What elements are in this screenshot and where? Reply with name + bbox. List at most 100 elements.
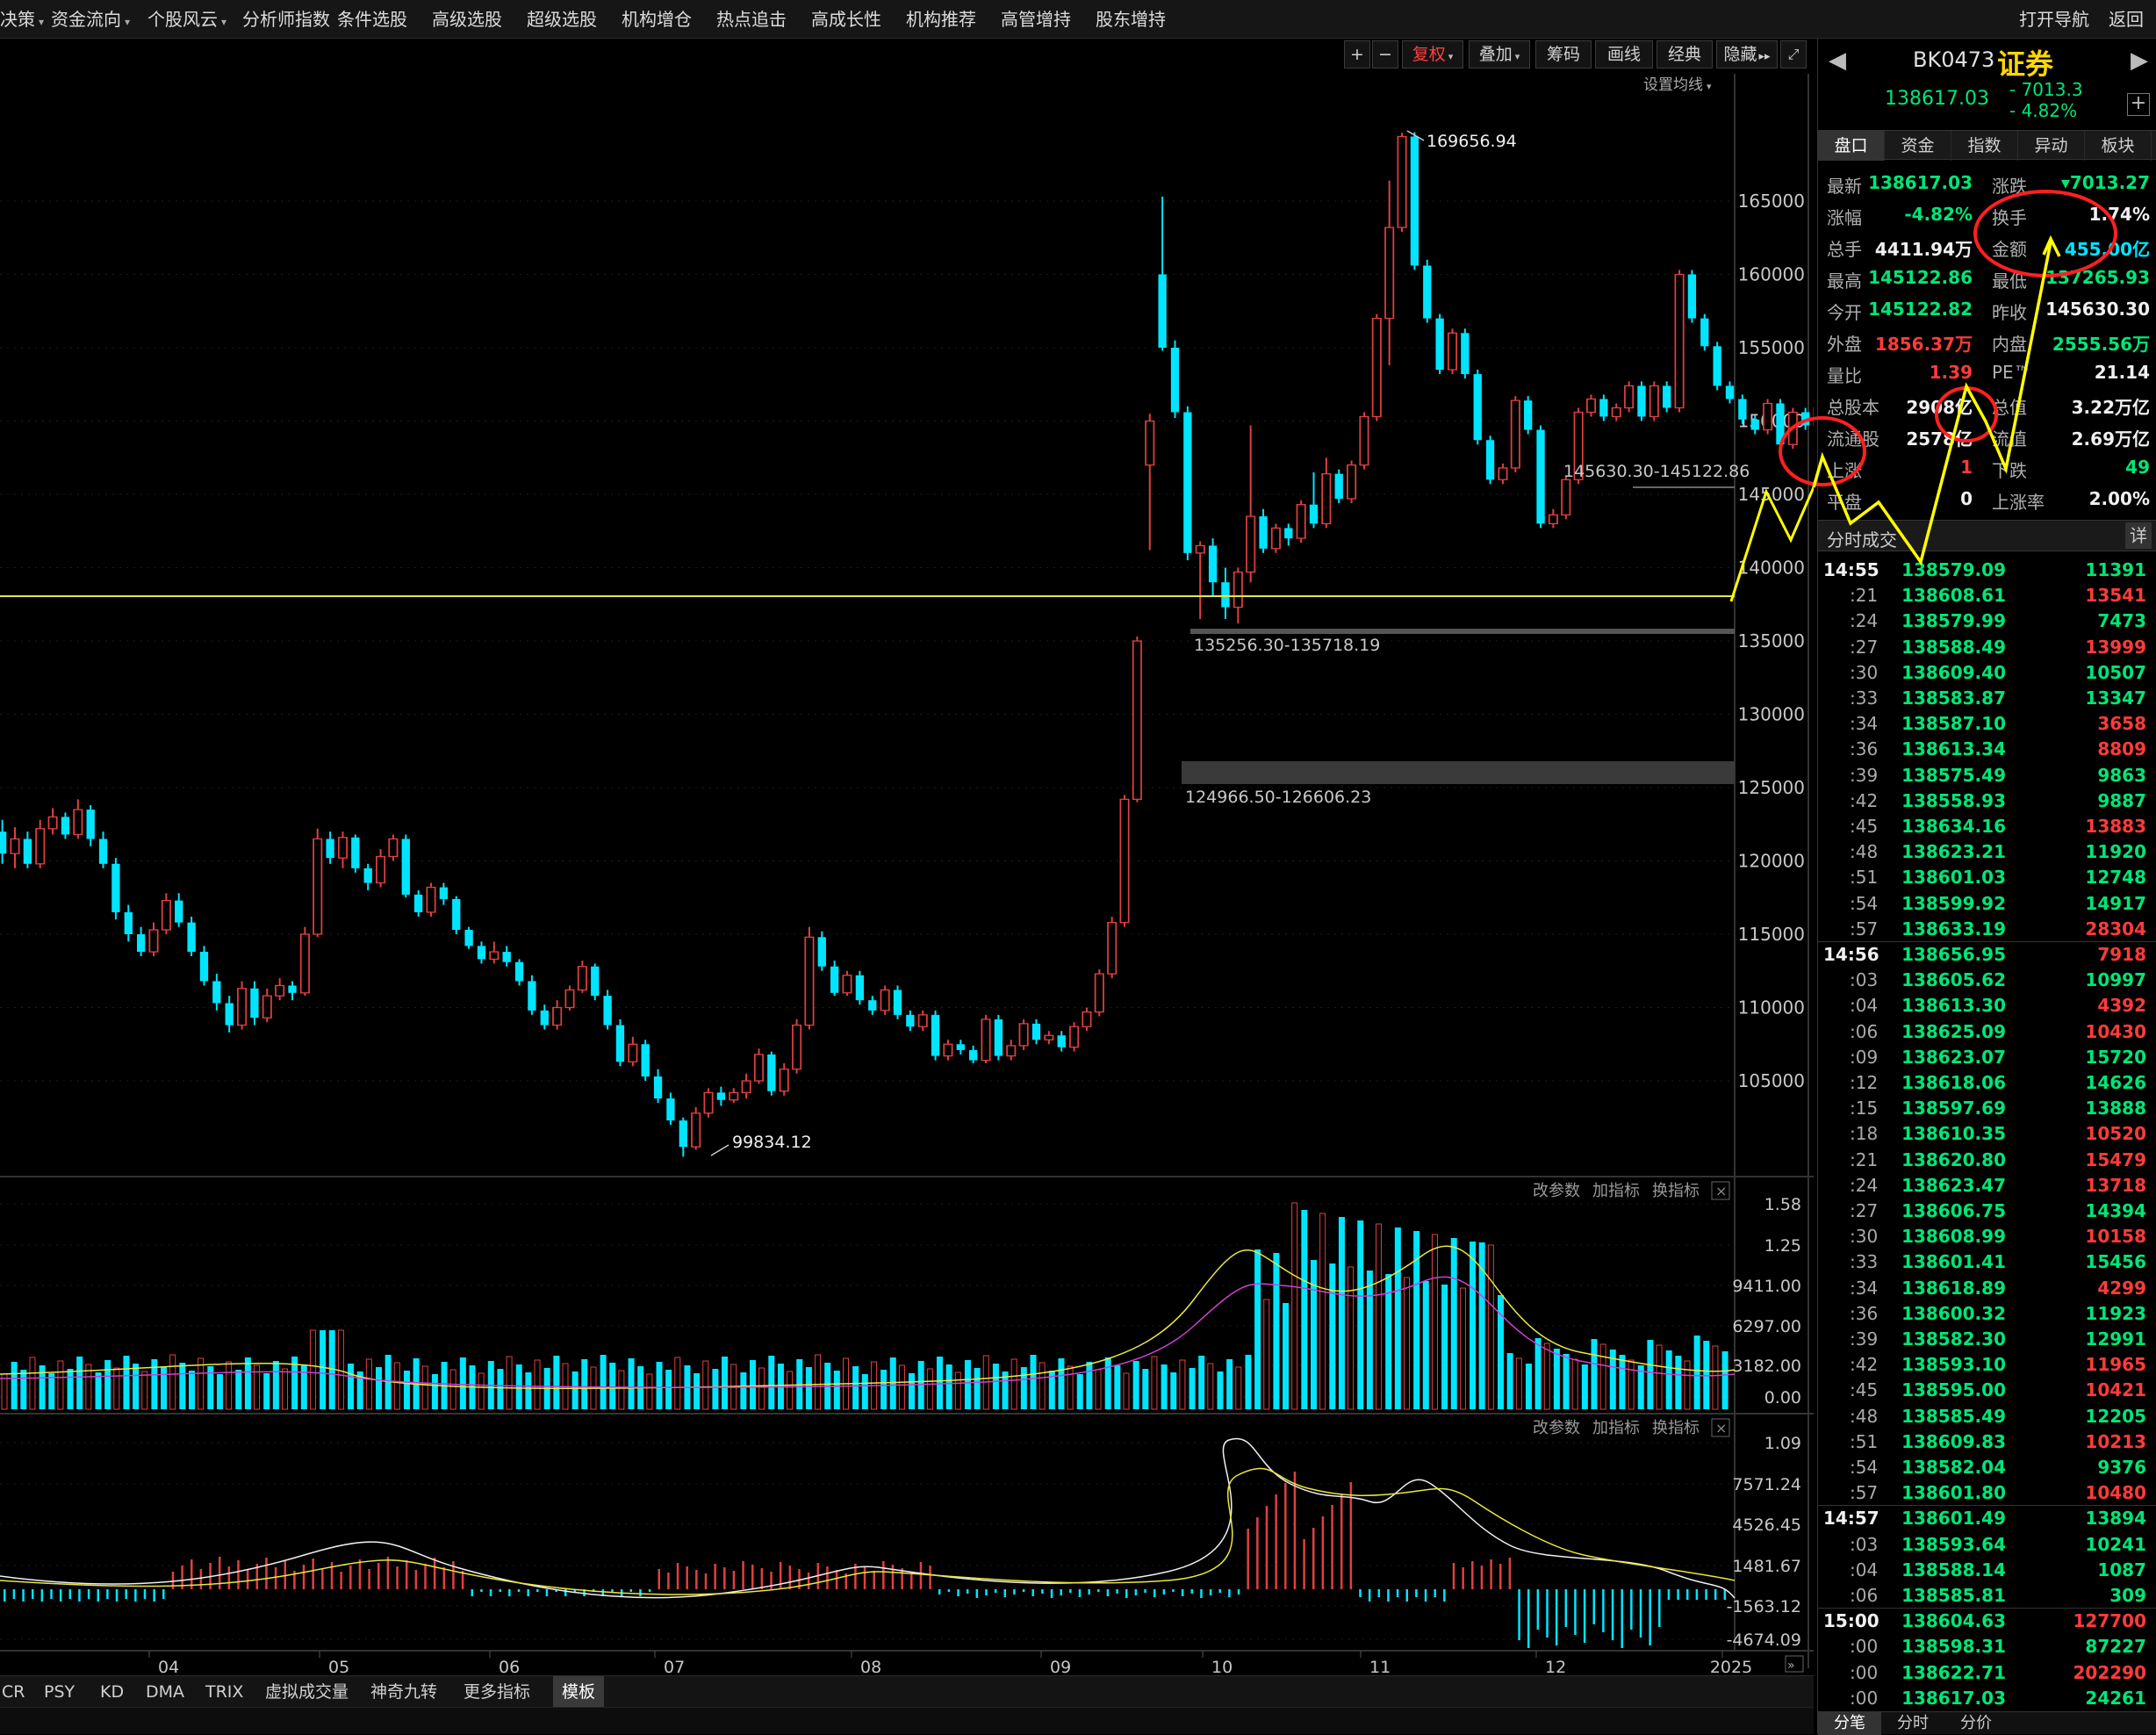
x-axis-label: 07 <box>664 1658 685 1677</box>
volume-bar <box>609 1363 616 1409</box>
add-watchlist-icon[interactable]: + <box>2127 93 2150 116</box>
tick-row: :42 138558.93 9887 <box>1818 788 2156 813</box>
volume-bar <box>67 1369 74 1409</box>
candle-body <box>880 989 890 1011</box>
candle-body <box>136 934 146 953</box>
indicator-tab-8[interactable]: 模板 <box>553 1676 605 1708</box>
fuquan-button[interactable]: 复权 ▾ <box>1402 40 1463 68</box>
next-security-icon[interactable]: ▶ <box>2131 47 2148 74</box>
x-axis-label: 12 <box>1545 1658 1566 1677</box>
candle-body <box>1700 318 1709 347</box>
indicator-tab-5[interactable]: 虚拟成交量 <box>265 1676 349 1708</box>
sidebar-bottom-tab-2[interactable]: 分价 <box>1944 1712 2008 1735</box>
menu-item-7[interactable]: 机构增仓 <box>622 0 692 39</box>
volume-bar <box>1525 1364 1532 1409</box>
prev-security-icon[interactable]: ◀ <box>1829 47 1846 74</box>
classic-button[interactable]: 经典 <box>1657 40 1713 68</box>
tick-row: :57 138633.19 28304 <box>1818 916 2156 942</box>
macd-histogram-bar <box>274 1567 277 1589</box>
menu-item-5[interactable]: 高级选股 <box>432 0 502 39</box>
ma-setting-button[interactable]: 设置均线 ▾ <box>1643 72 1712 94</box>
ticks-detail-button[interactable]: 详 <box>2125 522 2152 549</box>
tick-price: 138582.04 <box>1901 1457 2006 1478</box>
candle-body <box>23 839 32 864</box>
indicator-tab-0[interactable]: CR <box>2 1676 25 1708</box>
indicator-tab-6[interactable]: 神奇九转 <box>370 1676 437 1708</box>
menu-item-10[interactable]: 机构推荐 <box>906 0 976 39</box>
sidebar-tab-1[interactable]: 资金 <box>1885 131 1951 161</box>
open-nav-button[interactable]: 打开导航 <box>2019 0 2089 39</box>
sidebar-tab-3[interactable]: 异动 <box>2018 131 2085 161</box>
overlay-button[interactable]: 叠加 ▾ <box>1469 40 1530 68</box>
macd-swap-button[interactable]: 换指标 <box>1652 1419 1700 1437</box>
candle-body <box>1435 318 1444 371</box>
macd-histogram-bar <box>760 1568 764 1589</box>
menu-item-9[interactable]: 高成长性 <box>811 0 881 39</box>
volume-bar <box>1058 1358 1065 1409</box>
back-button[interactable]: 返回 <box>2109 0 2144 39</box>
volume-params-button[interactable]: 改参数 <box>1533 1182 1580 1200</box>
indicator-tab-4[interactable]: TRIX <box>205 1676 243 1708</box>
tick-volume: 11391 <box>2085 559 2146 580</box>
macd-histogram-bar <box>78 1589 81 1602</box>
sidebar-tab-2[interactable]: 指数 <box>1951 131 2018 161</box>
tick-price: 138605.62 <box>1901 969 2006 991</box>
macd-histogram-bar <box>1705 1589 1707 1600</box>
macd-histogram-bar <box>1471 1561 1474 1589</box>
candle-body <box>1637 385 1646 417</box>
macd-histogram-bar <box>1667 1589 1671 1600</box>
volume-bar <box>937 1357 943 1409</box>
tick-row: :03 138593.64 10241 <box>1818 1531 2156 1557</box>
volume-bar <box>161 1367 168 1409</box>
indicator-tab-2[interactable]: KD <box>100 1676 124 1708</box>
close-icon-glyph: × <box>1715 1420 1727 1436</box>
volume-bar <box>646 1373 653 1410</box>
macd-histogram-bar <box>891 1565 895 1589</box>
fullscreen-icon[interactable]: ⤢ <box>1780 40 1807 68</box>
chips-button[interactable]: 筹码 <box>1535 40 1592 68</box>
tick-volume: 87227 <box>2085 1636 2146 1658</box>
tick-volume: 10158 <box>2085 1226 2146 1248</box>
indicator-tab-7[interactable]: 更多指标 <box>464 1676 530 1708</box>
macd-histogram-bar <box>1256 1517 1259 1589</box>
tick-time: :06 <box>1850 1585 1879 1606</box>
menu-item-6[interactable]: 超级选股 <box>527 0 597 39</box>
sidebar-bottom-tab-1[interactable]: 分时 <box>1881 1712 1944 1735</box>
tick-price: 138585.49 <box>1901 1405 2006 1427</box>
indicator-tab-3[interactable]: DMA <box>146 1676 184 1708</box>
zoom-out-button[interactable]: − <box>1372 40 1398 68</box>
tick-volume: 3658 <box>2097 713 2146 735</box>
menu-item-8[interactable]: 热点追击 <box>716 0 787 39</box>
macd-histogram-bar <box>676 1563 679 1589</box>
zoom-in-button[interactable]: + <box>1344 40 1370 68</box>
hide-button[interactable]: 隐藏 ▸▸ <box>1716 40 1778 68</box>
kline-chart-area[interactable]: 1650001600001550001500001450001400001350… <box>0 39 1814 1707</box>
volume-add-button[interactable]: 加指标 <box>1592 1182 1640 1200</box>
volume-swap-button[interactable]: 换指标 <box>1652 1182 1700 1200</box>
menu-item-3[interactable]: 分析师指数 <box>242 0 330 39</box>
menu-item-11[interactable]: 高管增持 <box>1001 0 1071 39</box>
macd-histogram-bar <box>1480 1566 1484 1589</box>
macd-params-button[interactable]: 改参数 <box>1533 1419 1580 1437</box>
menu-item-2[interactable]: 个股风云 ▾ <box>147 0 226 39</box>
macd-histogram-bar <box>629 1589 633 1592</box>
sidebar-tab-4[interactable]: 板块 <box>2085 131 2152 161</box>
macd-add-button[interactable]: 加指标 <box>1592 1419 1640 1437</box>
volume-bar <box>1104 1357 1111 1409</box>
macd-histogram-bar <box>246 1570 249 1589</box>
candle-body <box>1284 528 1293 539</box>
menu-item-1[interactable]: 资金流向 ▾ <box>51 0 130 39</box>
menu-item-4[interactable]: 条件选股 <box>337 0 407 39</box>
macd-histogram-bar <box>125 1589 127 1599</box>
volume-bar <box>431 1374 438 1409</box>
tick-row: :03 138605.62 10997 <box>1818 967 2156 992</box>
sidebar-tab-0[interactable]: 盘口 <box>1818 131 1885 161</box>
menu-item-0[interactable]: 决策 ▾ <box>0 0 44 39</box>
high-price-label: 169656.94 <box>1427 132 1517 151</box>
volume-bar <box>1450 1238 1457 1409</box>
sidebar-bottom-tab-0[interactable]: 分笔 <box>1818 1712 1881 1735</box>
menu-item-12[interactable]: 股东增持 <box>1096 0 1166 39</box>
candle-body <box>994 1019 1003 1056</box>
draw-line-button[interactable]: 画线 <box>1595 40 1653 68</box>
indicator-tab-1[interactable]: PSY <box>44 1676 75 1708</box>
